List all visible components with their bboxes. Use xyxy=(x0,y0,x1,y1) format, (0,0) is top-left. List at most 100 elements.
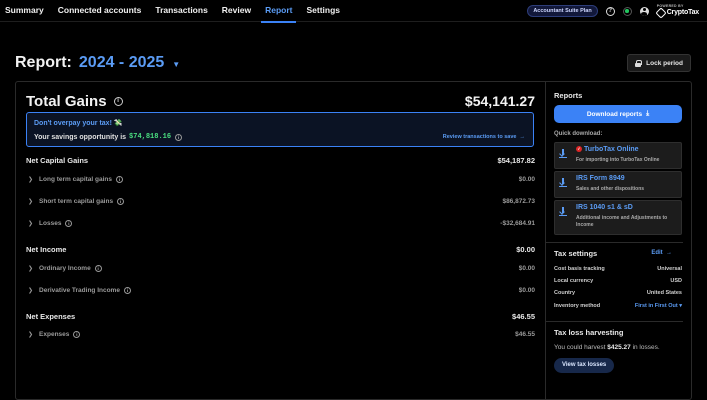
report-panel: Total Gains i $54,141.27 Don't overpay y… xyxy=(15,81,692,400)
quick-download-title: Quick download: xyxy=(554,131,603,137)
chevron-down-icon: ▾ xyxy=(677,303,682,309)
section-label: Net Expenses xyxy=(26,312,76,321)
savings-title: Don't overpay your tax! 💸 xyxy=(34,119,123,127)
setting-value: Universal xyxy=(657,266,682,272)
chevron-right-icon[interactable]: ❯ xyxy=(28,287,33,294)
savings-title-text: Don't overpay your tax! xyxy=(34,120,112,127)
net-expenses-row: Net Expenses $46.55 xyxy=(26,312,535,321)
download-reports-button[interactable]: Download reports ⤓ xyxy=(554,105,682,123)
help-icon[interactable]: ? xyxy=(605,6,615,16)
derivative-trading-income-row[interactable]: ❯ Derivative Trading Income i $0.00 xyxy=(26,287,535,294)
setting-local-currency: Local currency USD xyxy=(554,278,682,284)
nav-connected-accounts[interactable]: Connected accounts xyxy=(51,0,149,22)
info-icon[interactable]: i xyxy=(65,220,73,227)
user-icon[interactable] xyxy=(639,6,649,16)
quick-irs-8949[interactable]: IRS Form 8949 Sales and other dispositio… xyxy=(554,171,682,198)
net-income-row: Net Income $0.00 xyxy=(26,245,535,254)
tax-loss-harvesting-title: Tax loss harvesting xyxy=(554,328,624,337)
lock-icon xyxy=(635,59,643,67)
chevron-right-icon[interactable]: ❯ xyxy=(28,331,33,338)
savings-prefix: Your savings opportunity is xyxy=(34,133,127,141)
info-icon[interactable]: i xyxy=(175,133,183,141)
sub-value: $0.00 xyxy=(518,287,535,294)
sub-value: -$32,684.91 xyxy=(500,220,535,227)
top-nav: Summary Connected accounts Transactions … xyxy=(0,0,707,23)
short-term-capital-gains-row[interactable]: ❯ Short term capital gains i $86,872.73 xyxy=(26,198,535,205)
view-tax-losses-button[interactable]: View tax losses xyxy=(554,358,615,373)
review-transactions-link[interactable]: Review transactions to save → xyxy=(443,134,525,140)
nav-summary[interactable]: Summary xyxy=(0,0,51,22)
sub-label: Ordinary Income xyxy=(39,265,91,272)
download-icon: ⤓ xyxy=(646,110,650,117)
savings-banner: Don't overpay your tax! 💸 Your savings op… xyxy=(26,112,534,147)
money-icon: 💸 xyxy=(113,120,123,127)
setting-inventory-method: Inventory method First in First Out ▾ xyxy=(554,303,682,309)
logo-text: CryptoTax xyxy=(666,9,700,17)
arrow-right-icon: → xyxy=(517,134,525,140)
long-term-capital-gains-row[interactable]: ❯ Long term capital gains i $0.00 xyxy=(26,176,535,183)
setting-value: USD xyxy=(670,278,682,284)
chevron-right-icon[interactable]: ❯ xyxy=(28,176,33,183)
report-label: Report: xyxy=(15,54,72,71)
section-label: Net Income xyxy=(26,245,67,254)
harvest-suffix: in losses. xyxy=(632,344,660,351)
info-icon[interactable]: i xyxy=(113,96,123,106)
setting-cost-basis: Cost basis tracking Universal xyxy=(554,266,682,272)
losses-row[interactable]: ❯ Losses i -$32,684.91 xyxy=(26,220,535,227)
download-icon xyxy=(559,149,567,158)
savings-line: Your savings opportunity is $74,818.16 i xyxy=(34,133,183,141)
section-value: $54,187.82 xyxy=(497,156,535,165)
sub-label: Short term capital gains xyxy=(39,198,114,205)
lock-period-label: Lock period xyxy=(646,59,683,67)
sub-label: Derivative Trading Income xyxy=(39,287,120,294)
logo-main: CryptoTax xyxy=(655,7,700,19)
expenses-row[interactable]: ❯ Expenses i $46.55 xyxy=(26,331,535,338)
plan-badge[interactable]: Accountant Suite Plan xyxy=(527,5,598,17)
harvest-text: You could harvest $425.27 in losses. xyxy=(554,344,660,351)
total-gains-value: $54,141.27 xyxy=(464,93,535,109)
lock-period-button[interactable]: Lock period xyxy=(627,54,691,72)
sub-label: Losses xyxy=(39,220,62,227)
info-icon[interactable]: i xyxy=(94,265,102,272)
sub-label: Long term capital gains xyxy=(39,176,112,183)
info-icon[interactable]: i xyxy=(116,176,123,183)
quick-irs-1040[interactable]: IRS 1040 s1 & sD Additional income and A… xyxy=(554,200,682,235)
quick-name: ✓ TurboTax Online xyxy=(576,146,639,153)
chevron-right-icon[interactable]: ❯ xyxy=(28,220,33,227)
total-gains-title: Total Gains xyxy=(26,92,107,110)
ordinary-income-row[interactable]: ❯ Ordinary Income i $0.00 xyxy=(26,265,535,272)
setting-key: Country xyxy=(554,290,576,296)
chevron-down-icon[interactable]: ▼ xyxy=(172,60,180,69)
sub-value: $46.55 xyxy=(515,331,535,338)
turbotax-check-icon: ✓ xyxy=(576,146,582,153)
inventory-method-select[interactable]: First in First Out ▾ xyxy=(635,303,682,309)
inventory-method-value: First in First Out xyxy=(634,303,678,309)
nav-review[interactable]: Review xyxy=(215,0,258,22)
info-icon[interactable]: i xyxy=(73,331,81,338)
divider xyxy=(546,242,683,243)
chevron-right-icon[interactable]: ❯ xyxy=(28,198,33,205)
setting-key: Cost basis tracking xyxy=(554,266,605,272)
download-icon xyxy=(559,207,567,216)
period-selector[interactable]: 2024 - 2025 xyxy=(79,54,164,72)
cryptotax-logo[interactable]: POWERED BY CryptoTax xyxy=(655,5,700,19)
nav-report[interactable]: Report xyxy=(258,0,299,23)
download-icon xyxy=(559,178,567,187)
nav-settings[interactable]: Settings xyxy=(299,0,347,22)
setting-country: Country United States xyxy=(554,290,682,296)
sub-value: $0.00 xyxy=(518,176,535,183)
setting-key: Local currency xyxy=(554,278,594,284)
info-icon[interactable]: i xyxy=(123,287,131,294)
nav-transactions[interactable]: Transactions xyxy=(148,0,214,22)
tax-settings-title: Tax settings xyxy=(554,249,598,258)
status-icon[interactable] xyxy=(622,6,632,16)
quick-name-text: TurboTax Online xyxy=(584,146,639,153)
info-icon[interactable]: i xyxy=(117,198,125,205)
edit-tax-settings-link[interactable]: Edit → xyxy=(651,250,672,256)
savings-value: $74,818.16 xyxy=(129,133,172,141)
quick-turbotax[interactable]: ✓ TurboTax Online For importing into Turb… xyxy=(554,142,682,169)
chevron-right-icon[interactable]: ❯ xyxy=(28,265,33,272)
total-gains-row: Total Gains i $54,141.27 xyxy=(26,90,535,112)
download-reports-label: Download reports xyxy=(586,110,643,118)
edit-label: Edit xyxy=(651,250,663,256)
